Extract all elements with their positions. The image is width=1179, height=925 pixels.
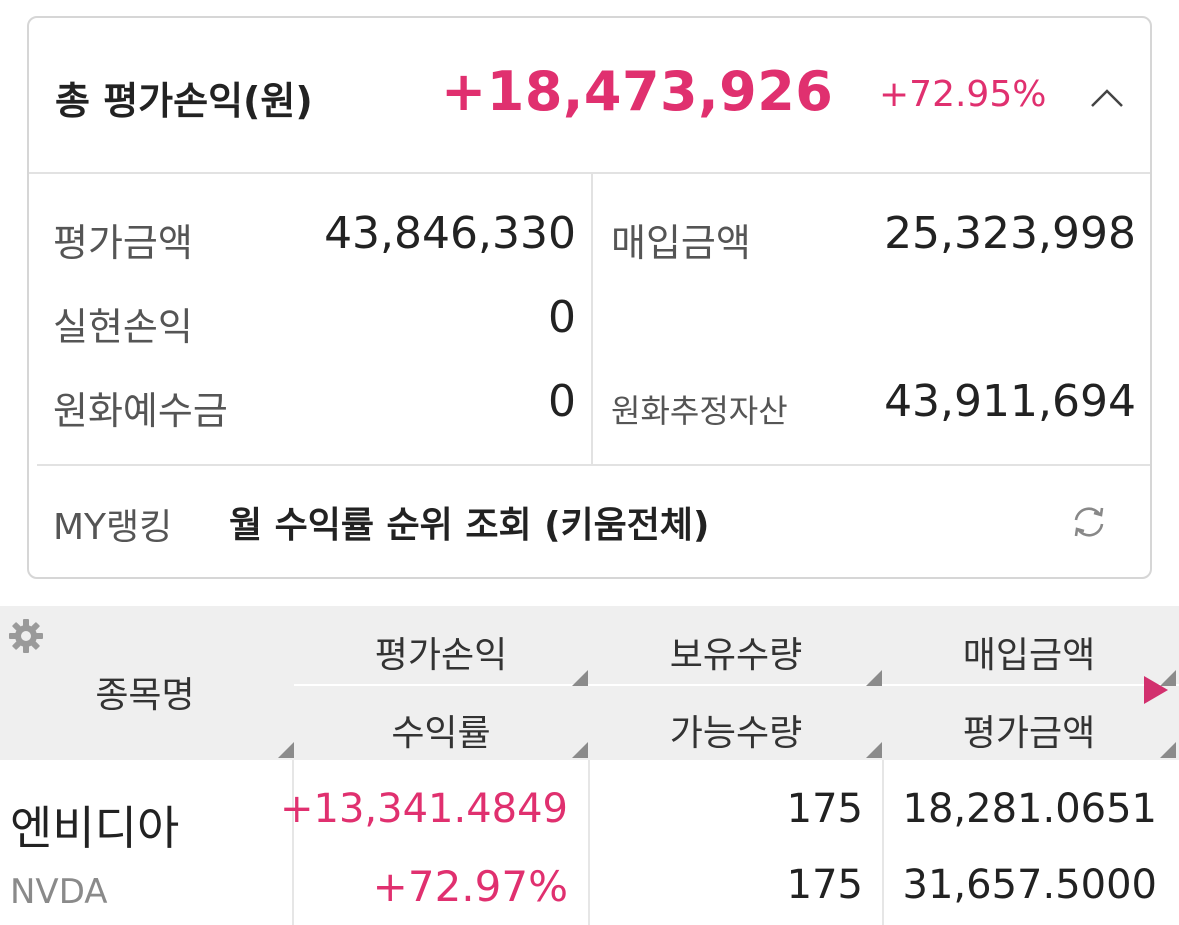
settings-button[interactable] xyxy=(6,616,46,656)
purchase-amount-value: 25,323,998 xyxy=(884,208,1136,259)
column-header-holding-qty[interactable]: 보유수량 xyxy=(590,626,882,678)
eval-amount-cell: 31,657.5000 xyxy=(902,862,1157,908)
refresh-button[interactable] xyxy=(1067,500,1111,544)
sort-indicator xyxy=(866,742,882,758)
my-ranking-row: MY랭킹 월 수익률 순위 조회 (키움전체) xyxy=(29,466,1150,577)
my-ranking-label: MY랭킹 xyxy=(53,507,173,548)
summary-details: 평가금액 43,846,330 매입금액 25,323,998 실현손익 0 원… xyxy=(29,174,1150,466)
total-return-rate: +72.95% xyxy=(879,74,1047,115)
holdings-table: 종목명 평가손익 수익률 보유수량 가능수량 매입금액 평가금액 엔비디아 NV… xyxy=(0,606,1179,925)
stock-name: 엔비디아 xyxy=(10,801,180,855)
total-pl-value: +18,473,926 xyxy=(441,60,834,123)
column-header-return-rate[interactable]: 수익률 xyxy=(294,704,588,756)
account-summary-card: 총 평가손익(원) +18,473,926 +72.95% 평가금액 43,84… xyxy=(27,16,1152,579)
sort-indicator xyxy=(572,742,588,758)
return-rate-cell: +72.97% xyxy=(372,862,568,911)
total-pl-label: 총 평가손익(원) xyxy=(55,79,313,123)
monthly-return-ranking-link[interactable]: 월 수익률 순위 조회 (키움전체) xyxy=(229,496,709,548)
realized-pl-label: 실현손익 xyxy=(53,305,193,349)
sort-indicator xyxy=(572,670,588,686)
holding-qty-cell: 175 xyxy=(786,786,863,832)
triangle-right-icon xyxy=(1144,676,1168,704)
divider xyxy=(591,174,593,464)
column-header-eval-amount[interactable]: 평가금액 xyxy=(884,704,1174,756)
krw-deposit-label: 원화예수금 xyxy=(53,389,228,433)
sort-indicator xyxy=(1160,742,1176,758)
krw-deposit-value: 0 xyxy=(548,376,576,427)
column-header-eval-pl[interactable]: 평가손익 xyxy=(294,626,588,678)
divider xyxy=(882,760,884,925)
chevron-up-icon xyxy=(1091,89,1123,107)
next-columns-button[interactable] xyxy=(1140,670,1174,710)
table-header: 종목명 평가손익 수익률 보유수량 가능수량 매입금액 평가금액 xyxy=(0,606,1179,760)
column-header-available-qty[interactable]: 가능수량 xyxy=(590,704,882,756)
column-header-purchase-amount[interactable]: 매입금액 xyxy=(884,626,1174,678)
stock-ticker: NVDA xyxy=(10,872,108,912)
krw-est-assets-label: 원화추정자산 xyxy=(611,392,788,430)
divider xyxy=(588,760,590,925)
gear-icon xyxy=(9,619,43,653)
total-pl-header: 총 평가손익(원) +18,473,926 +72.95% xyxy=(29,18,1150,174)
column-header-name[interactable]: 종목명 xyxy=(60,666,230,718)
collapse-button[interactable] xyxy=(1087,80,1127,116)
divider xyxy=(294,684,1179,686)
available-qty-cell: 175 xyxy=(786,862,863,908)
realized-pl-value: 0 xyxy=(548,292,576,343)
table-row[interactable]: 엔비디아 NVDA +13,341.4849 +72.97% 175 175 1… xyxy=(0,760,1179,925)
divider xyxy=(292,760,294,925)
krw-est-assets-value: 43,911,694 xyxy=(884,376,1136,427)
eval-amount-value: 43,846,330 xyxy=(324,208,576,259)
sort-indicator xyxy=(866,670,882,686)
purchase-amount-cell: 18,281.0651 xyxy=(902,786,1157,832)
sort-indicator xyxy=(278,742,294,758)
eval-amount-label: 평가금액 xyxy=(53,221,193,265)
refresh-icon xyxy=(1074,507,1104,537)
purchase-amount-label: 매입금액 xyxy=(611,221,751,265)
eval-pl-cell: +13,341.4849 xyxy=(280,786,568,832)
